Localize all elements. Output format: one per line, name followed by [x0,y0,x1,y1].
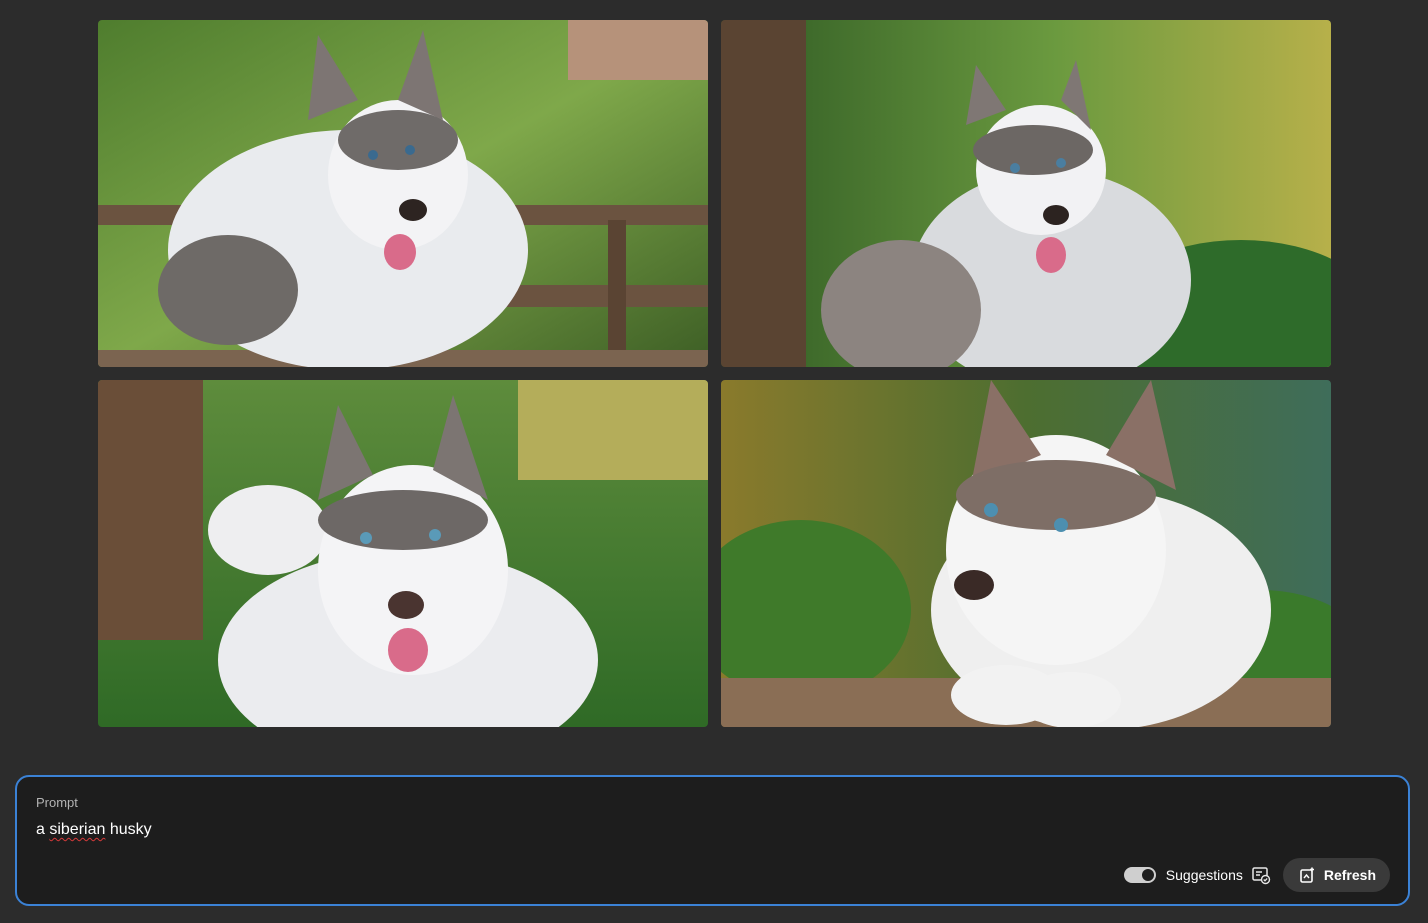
refresh-label: Refresh [1323,867,1376,883]
generated-image-1[interactable] [98,20,708,367]
husky-image-2 [721,20,1331,367]
generated-image-3[interactable] [98,380,708,727]
husky-image-4 [721,380,1331,727]
generated-image-2[interactable] [721,20,1331,367]
refresh-sparkle-icon [1300,867,1314,883]
husky-image-1 [98,20,708,367]
prompt-panel[interactable]: Prompt a siberian husky Suggestions Refr… [15,775,1410,906]
husky-image-3 [98,380,708,727]
toggle-knob [1141,869,1154,881]
suggestions-label: Suggestions [1165,867,1243,883]
prompt-text-misspelled-word: siberian [49,821,106,838]
prompt-text-suffix: husky [105,821,152,838]
refresh-button[interactable]: Refresh [1282,858,1390,892]
prompt-label: Prompt [36,795,78,810]
image-grid [98,20,1331,727]
suggestions-toggle[interactable] [1123,867,1156,883]
prompt-input[interactable]: a siberian husky [36,821,152,839]
prompt-controls: Suggestions Refresh [1123,858,1390,892]
suggestions-settings-icon[interactable] [1251,865,1271,885]
generated-image-4[interactable] [721,380,1331,727]
prompt-text-prefix: a [36,821,50,838]
